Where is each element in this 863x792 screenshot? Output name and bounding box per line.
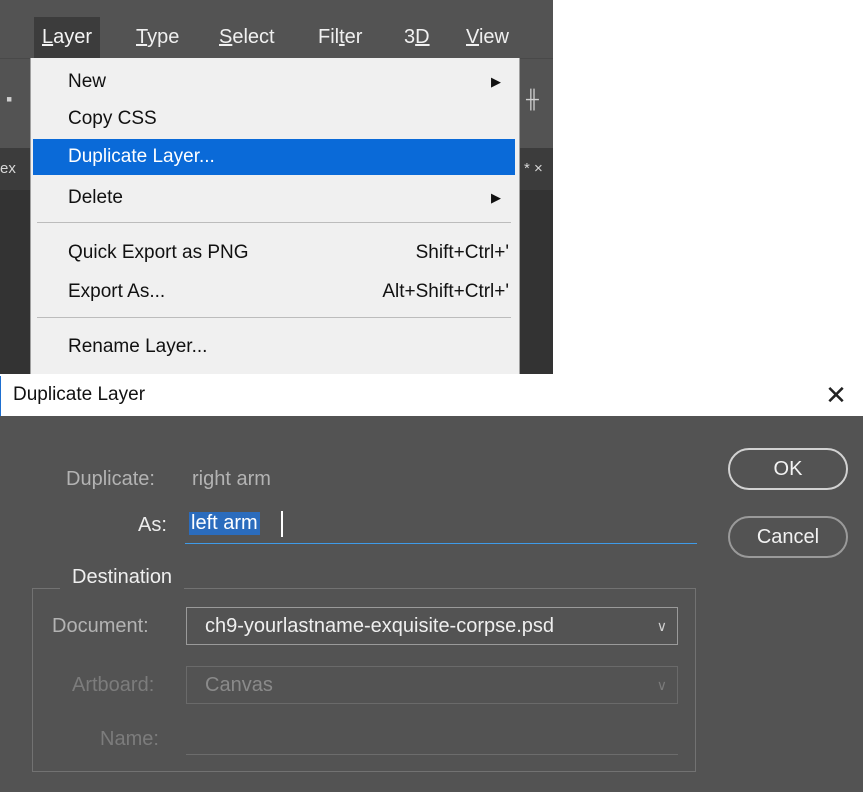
menu-item-label: Rename Layer...: [68, 336, 208, 357]
menu-view-mnemonic: V: [466, 26, 479, 48]
document-select[interactable]: ch9-yourlastname-exquisite-corpse.psd ∨: [186, 607, 678, 645]
menu-item-export-as[interactable]: Export As... Alt+Shift+Ctrl+': [31, 274, 513, 310]
menu-type[interactable]: Type: [136, 26, 179, 49]
menu-type-rest: ype: [147, 26, 180, 48]
menu-item-label: Quick Export as PNG: [68, 242, 249, 263]
artboard-select[interactable]: Canvas ∨: [186, 666, 678, 704]
menu-3d[interactable]: 3D: [404, 26, 430, 49]
photoshop-menu-screenshot: Layer Type Select Filter 3D View ▪ ╫ ex …: [0, 0, 553, 374]
menu-view[interactable]: View: [466, 26, 509, 49]
menu-item-new[interactable]: New ▶: [31, 64, 513, 100]
menu-item-label: Copy CSS: [68, 108, 157, 129]
menu-item-label: Duplicate Layer...: [68, 146, 215, 167]
menu-separator: [37, 222, 511, 223]
chevron-down-icon: ∨: [656, 618, 667, 634]
menu-view-rest: iew: [478, 26, 509, 48]
menu-filter-pre: Fil: [318, 26, 340, 48]
artboard-select-value: Canvas: [205, 674, 273, 696]
chevron-down-icon: ∨: [656, 677, 667, 693]
tab-close-fragment[interactable]: * ×: [524, 160, 543, 177]
menu-select-rest: elect: [232, 26, 275, 48]
menu-layer-mnemonic: L: [42, 26, 54, 48]
submenu-arrow-icon: ▶: [491, 190, 501, 205]
artboard-label: Artboard:: [72, 674, 155, 696]
duplicate-label: Duplicate:: [66, 468, 155, 490]
duplicate-source-value: right arm: [192, 468, 271, 490]
menu-3d-pre: 3: [404, 26, 416, 48]
as-name-value: left arm: [189, 512, 260, 535]
menu-item-duplicate-layer[interactable]: Duplicate Layer...: [33, 139, 515, 175]
cancel-button[interactable]: Cancel: [728, 516, 848, 558]
dialog-title-bar: Duplicate Layer ✕: [0, 376, 863, 416]
menu-item-label: New: [68, 71, 107, 92]
submenu-arrow-icon: ▶: [491, 74, 501, 89]
menu-item-label: Export As...: [68, 281, 166, 302]
menu-select-mnemonic: S: [219, 26, 233, 48]
destination-legend: Destination: [60, 566, 185, 589]
menu-layer[interactable]: Layer: [34, 17, 101, 58]
document-select-value: ch9-yourlastname-exquisite-corpse.psd: [205, 615, 555, 637]
menu-item-label: Delete: [68, 187, 123, 208]
menu-separator: [37, 317, 511, 318]
name-label: Name:: [100, 728, 159, 750]
menu-item-copy-css[interactable]: Copy CSS: [31, 101, 513, 137]
menu-item-shortcut: Alt+Shift+Ctrl+': [382, 281, 509, 302]
menu-item-quick-export-png[interactable]: Quick Export as PNG Shift+Ctrl+': [31, 235, 513, 271]
duplicate-layer-dialog: Duplicate Layer ✕ Duplicate: right arm A…: [0, 376, 863, 792]
document-label: Document:: [52, 615, 149, 637]
menu-filter[interactable]: Filter: [318, 26, 362, 49]
layer-menu-dropdown: New ▶ Copy CSS Duplicate Layer... Delete…: [30, 58, 520, 374]
document-tab-fragment[interactable]: ex: [0, 160, 16, 177]
menu-bar: Layer Type Select Filter 3D View: [0, 0, 553, 58]
as-name-input[interactable]: left arm: [185, 509, 697, 544]
ok-button[interactable]: OK: [728, 448, 848, 490]
menu-type-mnemonic: T: [136, 26, 148, 48]
menu-select[interactable]: Select: [219, 26, 275, 49]
menu-item-shortcut: Shift+Ctrl+': [415, 242, 509, 263]
menu-3d-mnemonic: D: [415, 26, 430, 48]
text-caret: [281, 511, 283, 537]
align-distribute-icon[interactable]: ╫: [526, 89, 539, 110]
dialog-title: Duplicate Layer: [13, 384, 146, 405]
menu-item-delete[interactable]: Delete ▶: [31, 180, 513, 216]
menu-filter-rest: er: [344, 26, 363, 48]
as-label: As:: [138, 514, 167, 536]
options-handle-icon: ▪: [6, 89, 13, 109]
menu-item-rename-layer[interactable]: Rename Layer...: [31, 329, 513, 365]
close-icon[interactable]: ✕: [819, 379, 853, 413]
menu-layer-rest: ayer: [53, 26, 93, 48]
name-input[interactable]: [186, 724, 678, 755]
